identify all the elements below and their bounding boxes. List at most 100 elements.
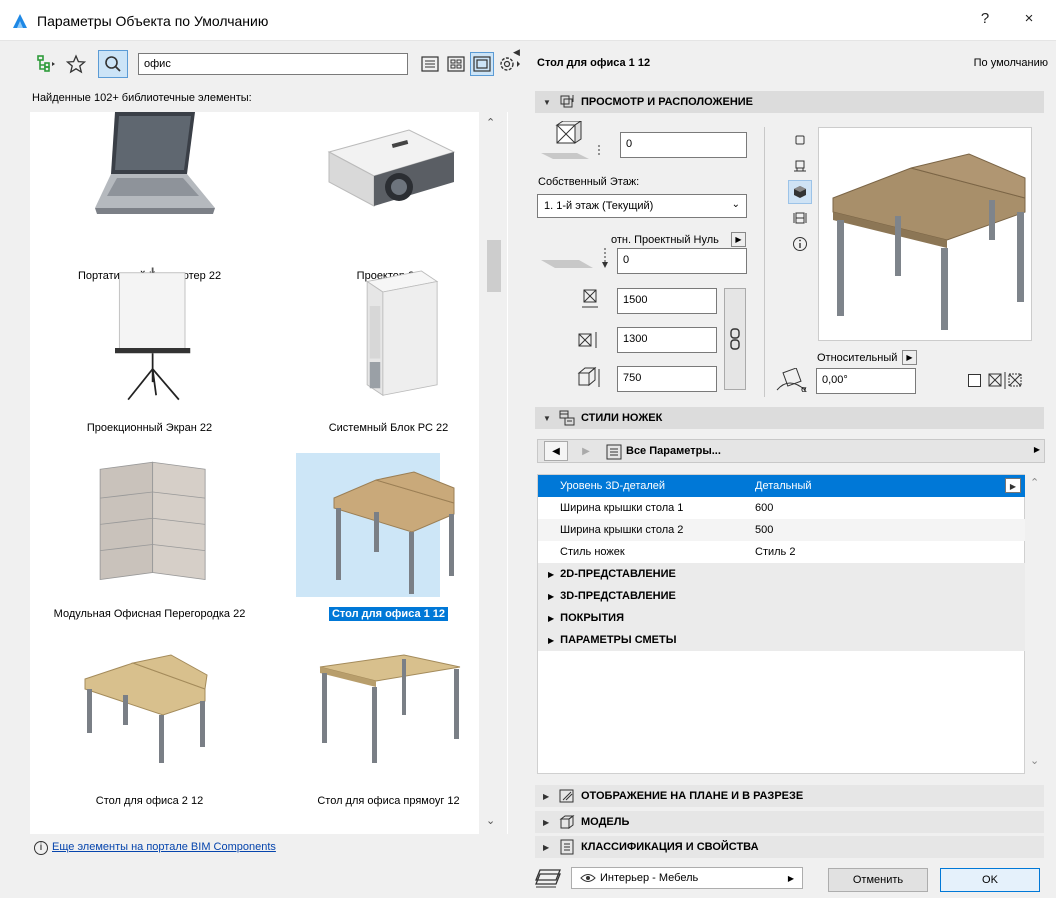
ref-level-arrow-icon[interactable]: ▶: [731, 232, 746, 247]
angle-field[interactable]: 0,00°: [816, 368, 916, 394]
title-bar: Параметры Объекта по Умолчанию ? ×: [0, 0, 1056, 41]
collapsed-triangle-icon: ▶: [548, 614, 555, 623]
param-group[interactable]: ▶ ПАРАМЕТРЫ СМЕТЫ: [538, 629, 1025, 651]
close-button[interactable]: ×: [1014, 10, 1044, 27]
mirror-checkbox[interactable]: [968, 374, 981, 387]
list-item[interactable]: Стол для офиса 1 12: [269, 450, 508, 635]
library-scrollbar[interactable]: ⌃ ⌄: [479, 112, 507, 834]
item-label: Стол для офиса прямоуг 12: [317, 795, 460, 807]
table-row[interactable]: Стиль ножек Стиль 2: [538, 541, 1025, 563]
parameter-nav-row: ◀ ▶ Все Параметры... ▶: [537, 439, 1045, 463]
favorites-star-icon[interactable]: [64, 52, 88, 76]
table-row[interactable]: Ширина крышки стола 1 600: [538, 497, 1025, 519]
group-label: ПАРАМЕТРЫ СМЕТЫ: [560, 634, 677, 646]
item-label: Модульная Офисная Перегородка 22: [53, 608, 246, 620]
ref-level-label: отн. Проектный Нуль: [611, 234, 719, 246]
info-circle-icon[interactable]: [788, 232, 812, 256]
param-value: 500: [755, 524, 774, 536]
list-item[interactable]: Стол для офиса прямоуг 12: [269, 637, 508, 822]
help-button[interactable]: ?: [970, 10, 1000, 27]
section-title: ОТОБРАЖЕНИЕ НА ПЛАНЕ И В РАЗРЕЗЕ: [581, 790, 804, 802]
layer-select[interactable]: Интерьер - Мебель ▶: [571, 867, 803, 889]
height-field[interactable]: 750: [617, 366, 717, 392]
expand-triangle-icon: ▼: [543, 413, 551, 423]
plan-view-icon[interactable]: [788, 128, 812, 152]
width-field[interactable]: 1500: [617, 288, 717, 314]
next-page-icon[interactable]: ▶: [574, 441, 598, 461]
param-dropdown-arrow-icon[interactable]: ▶: [1005, 478, 1021, 493]
elevation-icon: [541, 121, 600, 159]
depth-field[interactable]: 1300: [617, 327, 717, 353]
section-classification[interactable]: ▶ КЛАССИФИКАЦИЯ И СВОЙСТВА: [535, 836, 1044, 858]
table-row[interactable]: Уровень 3D-деталей Детальный ▶: [538, 475, 1025, 497]
section-model[interactable]: ▶ МОДЕЛЬ: [535, 811, 1044, 833]
list-item[interactable]: Системный Блок PC 22: [269, 264, 508, 449]
offset-field[interactable]: 0: [617, 248, 747, 274]
search-input[interactable]: [138, 53, 408, 75]
scroll-up-icon[interactable]: ⌃: [1030, 476, 1039, 489]
param-name: Уровень 3D-деталей: [560, 480, 666, 492]
cancel-button[interactable]: Отменить: [828, 868, 928, 892]
expand-triangle-icon: ▼: [543, 97, 551, 107]
divider: [764, 127, 765, 397]
list-item[interactable]: Стол для офиса 2 12: [30, 637, 269, 822]
partition-icon: [99, 461, 206, 580]
list-item[interactable]: Проекционный Экран 22: [30, 264, 269, 449]
scroll-down-icon[interactable]: ⌄: [486, 814, 495, 827]
placement-icon: [560, 95, 574, 108]
projector-icon: [327, 129, 455, 207]
info-icon: i: [34, 841, 48, 855]
section-plan-section[interactable]: ▶ ОТОБРАЖЕНИЕ НА ПЛАНЕ И В РАЗРЕЗЕ: [535, 785, 1044, 807]
scroll-thumb[interactable]: [487, 240, 501, 292]
section-leg-styles[interactable]: ▼ СТИЛИ НОЖЕК: [535, 407, 1044, 429]
grid-view-icon[interactable]: [444, 52, 468, 76]
item-label-selected: Стол для офиса 1 12: [328, 607, 449, 621]
elevation-field[interactable]: 0: [620, 132, 747, 158]
list-view-icon[interactable]: [418, 52, 442, 76]
l-desk-3d-icon: [832, 153, 1026, 330]
collapse-arrow-icon[interactable]: ◀: [513, 47, 520, 58]
elevation-view-icon[interactable]: [788, 154, 812, 178]
nav-arrow-icon[interactable]: ▶: [1034, 445, 1040, 454]
section-view-icon[interactable]: [788, 206, 812, 230]
param-group[interactable]: ▶ ПОКРЫТИЯ: [538, 607, 1025, 629]
home-story-select[interactable]: 1. 1-й этаж (Текущий) ⌄: [537, 194, 747, 218]
collapsed-triangle-icon: ▶: [543, 817, 550, 827]
relative-arrow-icon[interactable]: ▶: [902, 350, 917, 365]
group-label: 2D-ПРЕДСТАВЛЕНИЕ: [560, 568, 676, 580]
ok-button[interactable]: OK: [940, 868, 1040, 892]
legs-settings-icon: [559, 410, 575, 426]
relative-label: Относительный: [817, 352, 898, 364]
table-row[interactable]: Ширина крышки стола 2 500: [538, 519, 1025, 541]
item-label: Стол для офиса 2 12: [95, 795, 204, 807]
param-name: Ширина крышки стола 2: [560, 524, 684, 536]
param-group[interactable]: ▶ 2D-ПРЕДСТАВЛЕНИЕ: [538, 563, 1025, 585]
mirror-icons[interactable]: [987, 372, 1027, 389]
prev-page-icon[interactable]: ◀: [544, 441, 568, 461]
depth-icon: [578, 332, 597, 348]
section-view-placement[interactable]: ▼ ПРОСМОТР И РАСПОЛОЖЕНИЕ: [535, 91, 1044, 113]
parameter-scrollbar[interactable]: ⌃ ⌄: [1025, 474, 1045, 774]
large-preview-icon[interactable]: [470, 52, 494, 76]
archicad-app-icon: [13, 14, 27, 28]
library-tree-icon[interactable]: [34, 52, 58, 76]
chevron-down-icon: ⌄: [731, 199, 740, 210]
library-toolbar: [28, 49, 520, 79]
search-icon[interactable]: [98, 50, 128, 78]
3d-view-icon[interactable]: [788, 180, 812, 204]
pc-tower-icon: [365, 270, 438, 397]
param-name: Стиль ножек: [560, 546, 625, 558]
bim-components-link[interactable]: Еще элементы на портале BIM Components: [52, 841, 276, 853]
scroll-up-icon[interactable]: ⌃: [486, 116, 495, 129]
group-label: ПОКРЫТИЯ: [560, 612, 624, 624]
home-story-value: 1. 1-й этаж (Текущий): [544, 200, 654, 212]
group-label: 3D-ПРЕДСТАВЛЕНИЕ: [560, 590, 676, 602]
scroll-down-icon[interactable]: ⌄: [1030, 754, 1039, 767]
all-params-label[interactable]: Все Параметры...: [626, 445, 721, 457]
param-group[interactable]: ▶ 3D-ПРЕДСТАВЛЕНИЕ: [538, 585, 1025, 607]
list-item[interactable]: Модульная Офисная Перегородка 22: [30, 450, 269, 635]
plan-section-icon: [559, 789, 574, 803]
preview-mode-toolbar: [788, 128, 814, 258]
layer-icon[interactable]: [534, 868, 562, 888]
link-dimensions-button[interactable]: [724, 288, 746, 390]
